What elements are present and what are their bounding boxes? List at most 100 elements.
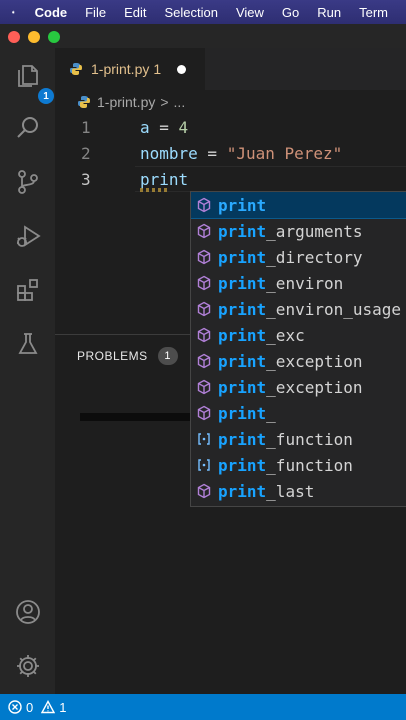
suggestion-rest: _arguments: [266, 221, 363, 241]
brackets-icon: [198, 459, 210, 471]
suggestion-rest: _exc: [266, 325, 305, 345]
line-number: 3: [81, 169, 91, 189]
warning-squiggle[interactable]: [140, 188, 170, 192]
account-icon: [16, 600, 40, 624]
suggest-widget: print print _arguments print _directory print…: [190, 191, 406, 507]
explorer-badge: 1: [38, 88, 54, 104]
cube-icon: [197, 353, 211, 369]
tab-problems[interactable]: PROBLEMS 1: [77, 347, 178, 365]
menu-edit[interactable]: Edit: [124, 5, 146, 20]
suggestion-rest: _environ_usage: [266, 299, 402, 319]
suggestion-item[interactable]: print _exception: [191, 348, 406, 374]
code-text: a = 4: [140, 117, 189, 137]
code-line: 1 a = 4: [55, 114, 406, 140]
cube-icon: [197, 223, 211, 239]
code-text: print: [140, 169, 189, 189]
menu-terminal[interactable]: Term: [359, 5, 388, 20]
suggestion-rest: _exception: [266, 377, 363, 397]
extensions-button[interactable]: [10, 272, 46, 308]
breadcrumb-more[interactable]: ...: [174, 94, 186, 110]
suggestion-match: print: [218, 481, 267, 501]
search-button[interactable]: [10, 110, 46, 146]
suggestion-rest: _function: [266, 429, 353, 449]
cube-icon: [197, 405, 211, 421]
cube-icon: [197, 275, 211, 291]
menu-selection[interactable]: Selection: [164, 5, 217, 20]
suggestion-item[interactable]: print _function: [191, 426, 406, 452]
suggestion-match: print: [218, 221, 267, 241]
suggestion-item[interactable]: print _last: [191, 478, 406, 504]
code-text: nombre = "Juan Perez": [140, 143, 343, 163]
testing-button[interactable]: [10, 326, 46, 362]
menu-view[interactable]: View: [236, 5, 264, 20]
accounts-button[interactable]: [10, 594, 46, 630]
status-bar: 0 1: [0, 694, 406, 720]
error-count[interactable]: 0: [26, 700, 33, 715]
suggestion-item[interactable]: print _environ_usage: [191, 296, 406, 322]
suggestion-rest: _exception: [266, 351, 363, 371]
suggestion-rest: _: [266, 403, 276, 423]
suggestion-rest: _directory: [266, 247, 363, 267]
warning-count[interactable]: 1: [59, 700, 66, 715]
suggestion-item[interactable]: print: [191, 192, 406, 219]
testing-icon: [18, 333, 38, 354]
apple-logo-icon[interactable]: [12, 4, 15, 20]
breadcrumb-file[interactable]: 1-print.py: [97, 94, 155, 110]
suggestion-match: print: [218, 299, 267, 319]
suggestion-match: print: [218, 403, 267, 423]
search-icon: [17, 117, 38, 138]
suggestion-match: print: [218, 429, 267, 449]
line-number: 2: [81, 143, 91, 163]
zoom-window-button[interactable]: [48, 31, 60, 43]
menu-go[interactable]: Go: [282, 5, 299, 20]
suggestion-match: print: [218, 273, 267, 293]
tab-filename: 1-print.py: [91, 61, 150, 77]
problems-count-badge: 1: [157, 347, 178, 365]
menu-app-name[interactable]: Code: [35, 5, 68, 20]
breadcrumb: 1-print.py > ...: [55, 90, 406, 114]
source-control-icon: [18, 170, 38, 194]
editor-tab[interactable]: 1-print.py 1: [55, 48, 205, 90]
settings-gear-icon: [17, 655, 39, 677]
cube-icon: [197, 483, 211, 499]
cube-icon: [197, 301, 211, 317]
tab-problem-count: 1: [153, 61, 162, 77]
files-icon: [18, 65, 38, 87]
suggestion-item[interactable]: print _arguments: [191, 218, 406, 244]
minimize-window-button[interactable]: [28, 31, 40, 43]
suggestion-rest: _function: [266, 455, 353, 475]
editor-tab-bar: 1-print.py 1: [55, 48, 406, 90]
suggestion-item[interactable]: print _directory: [191, 244, 406, 270]
code-line: 2 nombre = "Juan Perez": [55, 140, 406, 166]
suggestion-match: print: [218, 195, 267, 215]
extensions-icon: [17, 279, 38, 301]
cube-icon: [197, 327, 211, 343]
run-debug-button[interactable]: [10, 218, 46, 254]
suggestion-item[interactable]: print _exc: [191, 322, 406, 348]
suggestion-rest: _environ: [266, 273, 344, 293]
suggestion-rest: _last: [266, 481, 315, 501]
python-file-icon: [70, 63, 82, 75]
cube-icon: [197, 197, 211, 213]
brackets-icon: [198, 433, 210, 445]
macos-menu-bar: Code File Edit Selection View Go Run Ter…: [0, 0, 406, 24]
menu-run[interactable]: Run: [317, 5, 341, 20]
suggestion-match: print: [218, 351, 267, 371]
suggestion-item[interactable]: print _: [191, 400, 406, 426]
code-line: 3 print: [55, 166, 406, 192]
cube-icon: [197, 249, 211, 265]
source-control-button[interactable]: [10, 164, 46, 200]
menu-file[interactable]: File: [85, 5, 106, 20]
cube-icon: [197, 379, 211, 395]
explorer-button[interactable]: 1: [10, 58, 54, 104]
problems-label: PROBLEMS: [77, 349, 148, 363]
suggestion-match: print: [218, 377, 267, 397]
line-number: 1: [81, 117, 91, 137]
window-title-bar: [0, 24, 406, 48]
manage-button[interactable]: [10, 648, 46, 684]
suggestion-item[interactable]: print _environ: [191, 270, 406, 296]
unsaved-dot-icon[interactable]: [177, 64, 187, 74]
suggestion-item[interactable]: print _function: [191, 452, 406, 478]
close-window-button[interactable]: [8, 31, 20, 43]
suggestion-item[interactable]: print _exception: [191, 374, 406, 400]
